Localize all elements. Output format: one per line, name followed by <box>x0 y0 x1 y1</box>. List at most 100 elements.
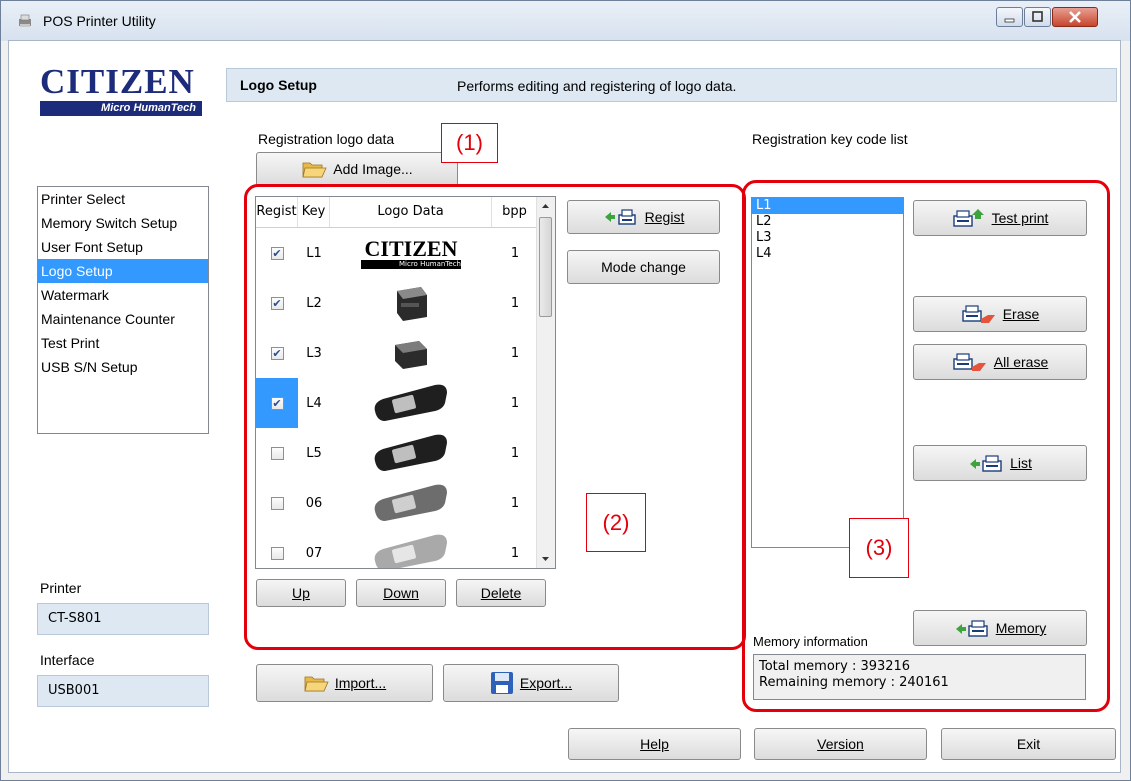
up-button-label: Up <box>292 585 310 601</box>
interface-value: USB001 <box>37 675 209 707</box>
pedometer-grey-image <box>374 484 447 521</box>
list-button[interactable]: List <box>913 445 1087 481</box>
regist-checkbox[interactable] <box>270 496 284 510</box>
pedometer-black-image <box>374 384 447 421</box>
minimize-button[interactable] <box>996 7 1023 27</box>
sidebar-item-memory-switch-setup[interactable]: Memory Switch Setup <box>38 211 208 235</box>
test-print-button[interactable]: Test print <box>913 200 1087 236</box>
up-button[interactable]: Up <box>256 579 346 607</box>
key-cell: L3 <box>306 345 322 361</box>
regist-checkbox[interactable]: ✔ <box>270 296 284 310</box>
title-bar: POS Printer Utility <box>1 1 1130 41</box>
delete-button[interactable]: Delete <box>456 579 546 607</box>
version-button[interactable]: Version <box>754 728 927 760</box>
memory-button[interactable]: Memory <box>913 610 1087 646</box>
sidebar-item-printer-select[interactable]: Printer Select <box>38 187 208 211</box>
column-header-bpp: bpp <box>492 197 538 227</box>
close-button[interactable] <box>1052 7 1098 27</box>
regist-checkbox[interactable]: ✔ <box>270 346 284 360</box>
sidebar-item-watermark[interactable]: Watermark <box>38 283 208 307</box>
section-description: Performs editing and registering of logo… <box>457 78 737 94</box>
maximize-button[interactable] <box>1024 7 1051 27</box>
sidebar-item-test-print[interactable]: Test Print <box>38 331 208 355</box>
add-image-label: Add Image... <box>333 161 413 177</box>
regist-cell: ✔ <box>256 278 298 328</box>
export-button-label: Export... <box>519 675 573 691</box>
thumbnail-brand-text: CITIZEN <box>364 235 458 261</box>
printer-label: Printer <box>40 580 82 596</box>
table-row[interactable]: ✔ L2 1 <box>256 278 538 328</box>
sidebar-item-logo-setup[interactable]: Logo Setup <box>38 259 208 283</box>
table-row[interactable]: ✔ L4 1 <box>256 378 538 428</box>
table-scrollbar[interactable] <box>536 197 555 568</box>
total-memory: Total memory : 393216 <box>759 659 911 674</box>
logo-image-cell <box>330 528 492 568</box>
close-icon <box>1069 11 1081 23</box>
delete-button-label: Delete <box>480 585 522 601</box>
logo-image-cell: CITIZEN Micro HumanTech <box>330 228 492 278</box>
list-label: List <box>1010 455 1032 471</box>
table-row[interactable]: ✔ L1 CITIZEN Micro HumanTech 1 <box>256 228 538 278</box>
import-button[interactable]: Import... <box>256 664 433 702</box>
key-cell: L5 <box>306 445 322 461</box>
bpp-cell: 1 <box>510 395 520 411</box>
column-header-regist: Regist <box>256 197 298 227</box>
bpp-cell: 1 <box>510 295 520 311</box>
remaining-memory: Remaining memory : 240161 <box>759 675 949 690</box>
export-button[interactable]: Export... <box>443 664 619 702</box>
table-row[interactable]: L5 1 <box>256 428 538 478</box>
table-row[interactable]: 07 1 <box>256 528 538 568</box>
bpp-cell: 1 <box>510 345 520 361</box>
scrollbar-thumb[interactable] <box>539 217 552 317</box>
sidebar-item-usb-sn-setup[interactable]: USB S/N Setup <box>38 355 208 379</box>
regist-checkbox[interactable] <box>270 446 284 460</box>
regist-checkbox[interactable] <box>270 546 284 560</box>
regist-cell <box>256 528 298 568</box>
window-title: POS Printer Utility <box>43 13 156 29</box>
version-label: Version <box>817 736 864 752</box>
regist-checkbox[interactable]: ✔ <box>270 246 284 260</box>
erase-button[interactable]: Erase <box>913 296 1087 332</box>
test-print-label: Test print <box>991 210 1049 226</box>
scroll-down-arrow-icon[interactable] <box>537 552 554 566</box>
table-header: Regist Key Logo Data bpp <box>256 197 538 228</box>
key-cell: L1 <box>306 245 322 261</box>
help-button[interactable]: Help <box>568 728 741 760</box>
regist-checkbox[interactable]: ✔ <box>270 396 284 410</box>
citizen-logo: CITIZEN <box>40 62 195 101</box>
pedometer-black-image <box>374 434 447 471</box>
table-row[interactable]: ✔ L3 1 <box>256 328 538 378</box>
logo-image-cell <box>330 278 492 328</box>
key-code-list[interactable]: L1 L2 L3 L4 <box>751 197 904 548</box>
printer-value: CT-S801 <box>37 603 209 635</box>
exit-button[interactable]: Exit <box>941 728 1116 760</box>
thumbnail-tagline: Micro HumanTech <box>361 259 461 269</box>
key-code-item[interactable]: L1 <box>752 198 903 214</box>
regist-cell: ✔ <box>256 378 298 428</box>
mode-change-label: Mode change <box>601 259 686 275</box>
bpp-cell: 1 <box>510 545 520 561</box>
maximize-icon <box>1032 11 1043 22</box>
logo-image-cell <box>330 478 492 528</box>
add-image-button[interactable]: Add Image... <box>256 152 458 186</box>
all-erase-button[interactable]: All erase <box>913 344 1087 380</box>
sidebar-item-user-font-setup[interactable]: User Font Setup <box>38 235 208 259</box>
table-row[interactable]: 06 1 <box>256 478 538 528</box>
erase-icon <box>962 305 995 323</box>
sidebar-item-maintenance-counter[interactable]: Maintenance Counter <box>38 307 208 331</box>
regist-printer-icon <box>604 209 636 225</box>
key-code-item[interactable]: L4 <box>752 246 903 262</box>
key-code-item[interactable]: L2 <box>752 214 903 230</box>
logo-data-label: Registration logo data <box>258 131 395 147</box>
floppy-disk-icon <box>490 672 513 694</box>
key-cell: 06 <box>305 495 323 511</box>
mode-change-button[interactable]: Mode change <box>567 250 720 284</box>
regist-button[interactable]: Regist <box>567 200 720 234</box>
down-button[interactable]: Down <box>356 579 446 607</box>
scroll-up-arrow-icon[interactable] <box>537 199 554 213</box>
logo-image-cell <box>330 428 492 478</box>
memory-info-box: Total memory : 393216 Remaining memory :… <box>753 654 1086 700</box>
logo-image-cell <box>330 328 492 378</box>
key-code-item[interactable]: L3 <box>752 230 903 246</box>
logo-image-cell <box>330 378 492 428</box>
